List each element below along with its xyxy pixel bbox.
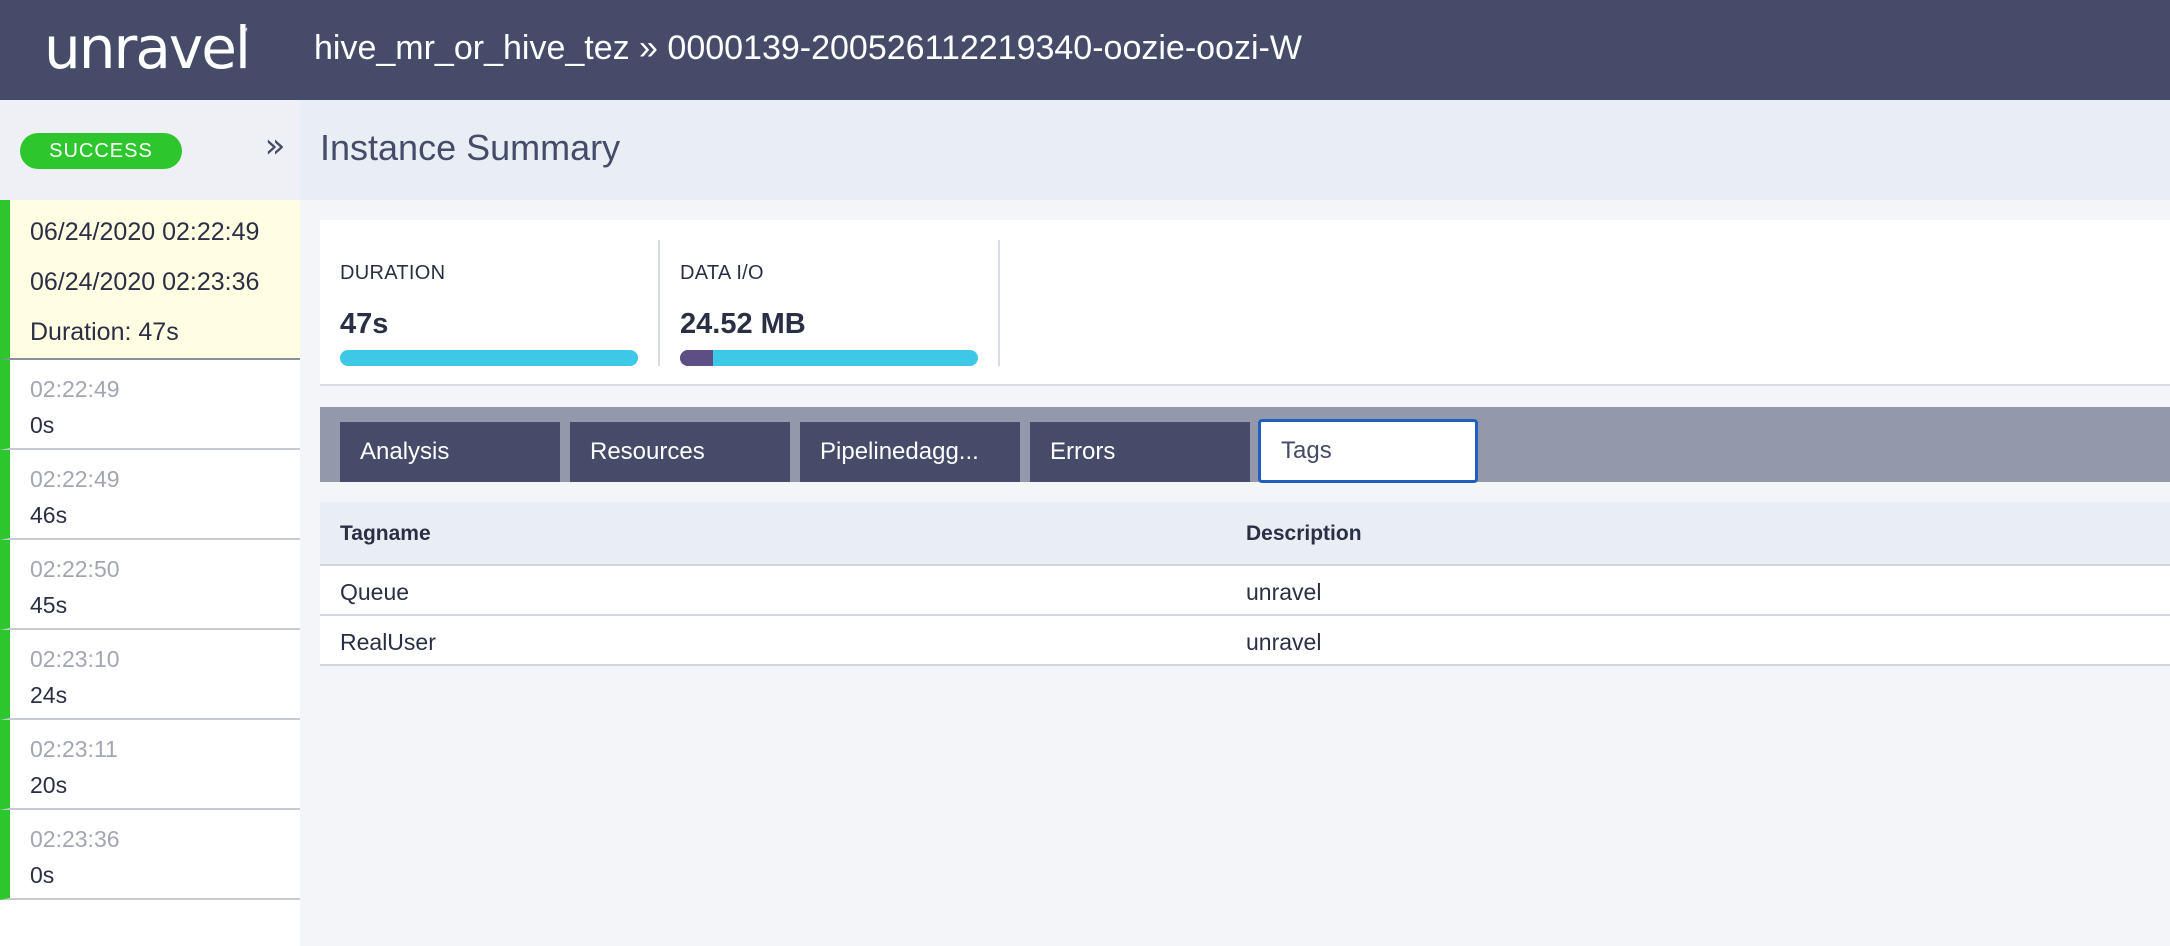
sidebar-item[interactable]: 02:23:10 24s bbox=[0, 630, 300, 720]
summary-start-time: 06/24/2020 02:22:49 bbox=[30, 218, 260, 246]
tab-resources[interactable]: Resources bbox=[570, 422, 790, 482]
item-time: 02:23:10 bbox=[30, 646, 120, 672]
sidebar: SUCCESS » 06/24/2020 02:22:49 06/24/2020… bbox=[0, 100, 300, 946]
top-bar: unravel ™ hive_mr_or_hive_tez » 0000139-… bbox=[0, 0, 2170, 100]
unravel-logo[interactable]: unravel ™ bbox=[44, 18, 254, 78]
kpi-data-io: DATA I/O 24.52 MB bbox=[660, 240, 1000, 366]
column-header-tagname[interactable]: Tagname bbox=[340, 522, 431, 546]
sidebar-item[interactable]: 02:23:36 0s bbox=[0, 810, 300, 900]
item-time: 02:22:49 bbox=[30, 466, 120, 492]
logo-text: unravel bbox=[44, 14, 251, 82]
sidebar-item[interactable]: 02:22:49 46s bbox=[0, 450, 300, 540]
item-duration: 0s bbox=[30, 862, 55, 888]
table-header: Tagname Description bbox=[320, 502, 2170, 566]
item-duration: 46s bbox=[30, 502, 68, 528]
summary-end-time: 06/24/2020 02:23:36 bbox=[30, 268, 260, 296]
status-badge: SUCCESS bbox=[20, 133, 182, 169]
tab-pipelinedagg[interactable]: Pipelinedagg... bbox=[800, 422, 1020, 482]
logo-trademark: ™ bbox=[239, 26, 248, 36]
sidebar-summary-item[interactable]: 06/24/2020 02:22:49 06/24/2020 02:23:36 … bbox=[0, 200, 300, 360]
kpi-bar-fill bbox=[680, 350, 713, 366]
cell-tagname: RealUser bbox=[340, 629, 436, 655]
breadcrumb: hive_mr_or_hive_tez » 0000139-2005261122… bbox=[314, 29, 1302, 67]
table-row[interactable]: RealUser unravel bbox=[320, 616, 2170, 666]
item-duration: 0s bbox=[30, 412, 55, 438]
kpi-label: DURATION bbox=[340, 262, 446, 284]
page-title: Instance Summary bbox=[320, 127, 621, 168]
tab-tags[interactable]: Tags bbox=[1258, 419, 1478, 483]
tab-errors[interactable]: Errors bbox=[1030, 422, 1250, 482]
item-duration: 24s bbox=[30, 682, 68, 708]
item-time: 02:22:50 bbox=[30, 556, 120, 582]
title-bar: Instance Summary bbox=[300, 100, 2170, 200]
kpi-duration-bar bbox=[340, 350, 638, 366]
tab-analysis[interactable]: Analysis bbox=[340, 422, 560, 482]
sidebar-header: SUCCESS » bbox=[0, 100, 300, 200]
tabs-bar: Analysis Resources Pipelinedagg... Error… bbox=[320, 407, 2170, 483]
tags-table: Tagname Description Queue unravel RealUs… bbox=[320, 502, 2170, 666]
item-time: 02:23:11 bbox=[30, 736, 118, 762]
kpi-value: 24.52 MB bbox=[680, 308, 806, 340]
sidebar-item[interactable]: 02:23:11 20s bbox=[0, 720, 300, 810]
summary-card: DURATION 47s DATA I/O 24.52 MB bbox=[320, 220, 2170, 386]
kpi-label: DATA I/O bbox=[680, 262, 764, 284]
kpi-duration: DURATION 47s bbox=[320, 240, 660, 366]
kpi-data-io-bar bbox=[680, 350, 978, 366]
item-time: 02:22:49 bbox=[30, 376, 120, 402]
summary-duration: Duration: 47s bbox=[30, 318, 179, 346]
item-time: 02:23:36 bbox=[30, 826, 120, 852]
item-duration: 45s bbox=[30, 592, 68, 618]
cell-description: unravel bbox=[1246, 629, 1322, 655]
sidebar-item[interactable]: 02:22:50 45s bbox=[0, 540, 300, 630]
kpi-value: 47s bbox=[340, 308, 389, 340]
column-header-description[interactable]: Description bbox=[1246, 522, 1362, 546]
table-row[interactable]: Queue unravel bbox=[320, 566, 2170, 616]
cell-tagname: Queue bbox=[340, 579, 410, 605]
item-duration: 20s bbox=[30, 772, 68, 798]
collapse-sidebar-icon[interactable]: » bbox=[260, 126, 290, 166]
cell-description: unravel bbox=[1246, 579, 1322, 605]
main-content: Instance Summary DURATION 47s DATA I/O 2… bbox=[300, 100, 2170, 946]
sidebar-item[interactable]: 02:22:49 0s bbox=[0, 360, 300, 450]
